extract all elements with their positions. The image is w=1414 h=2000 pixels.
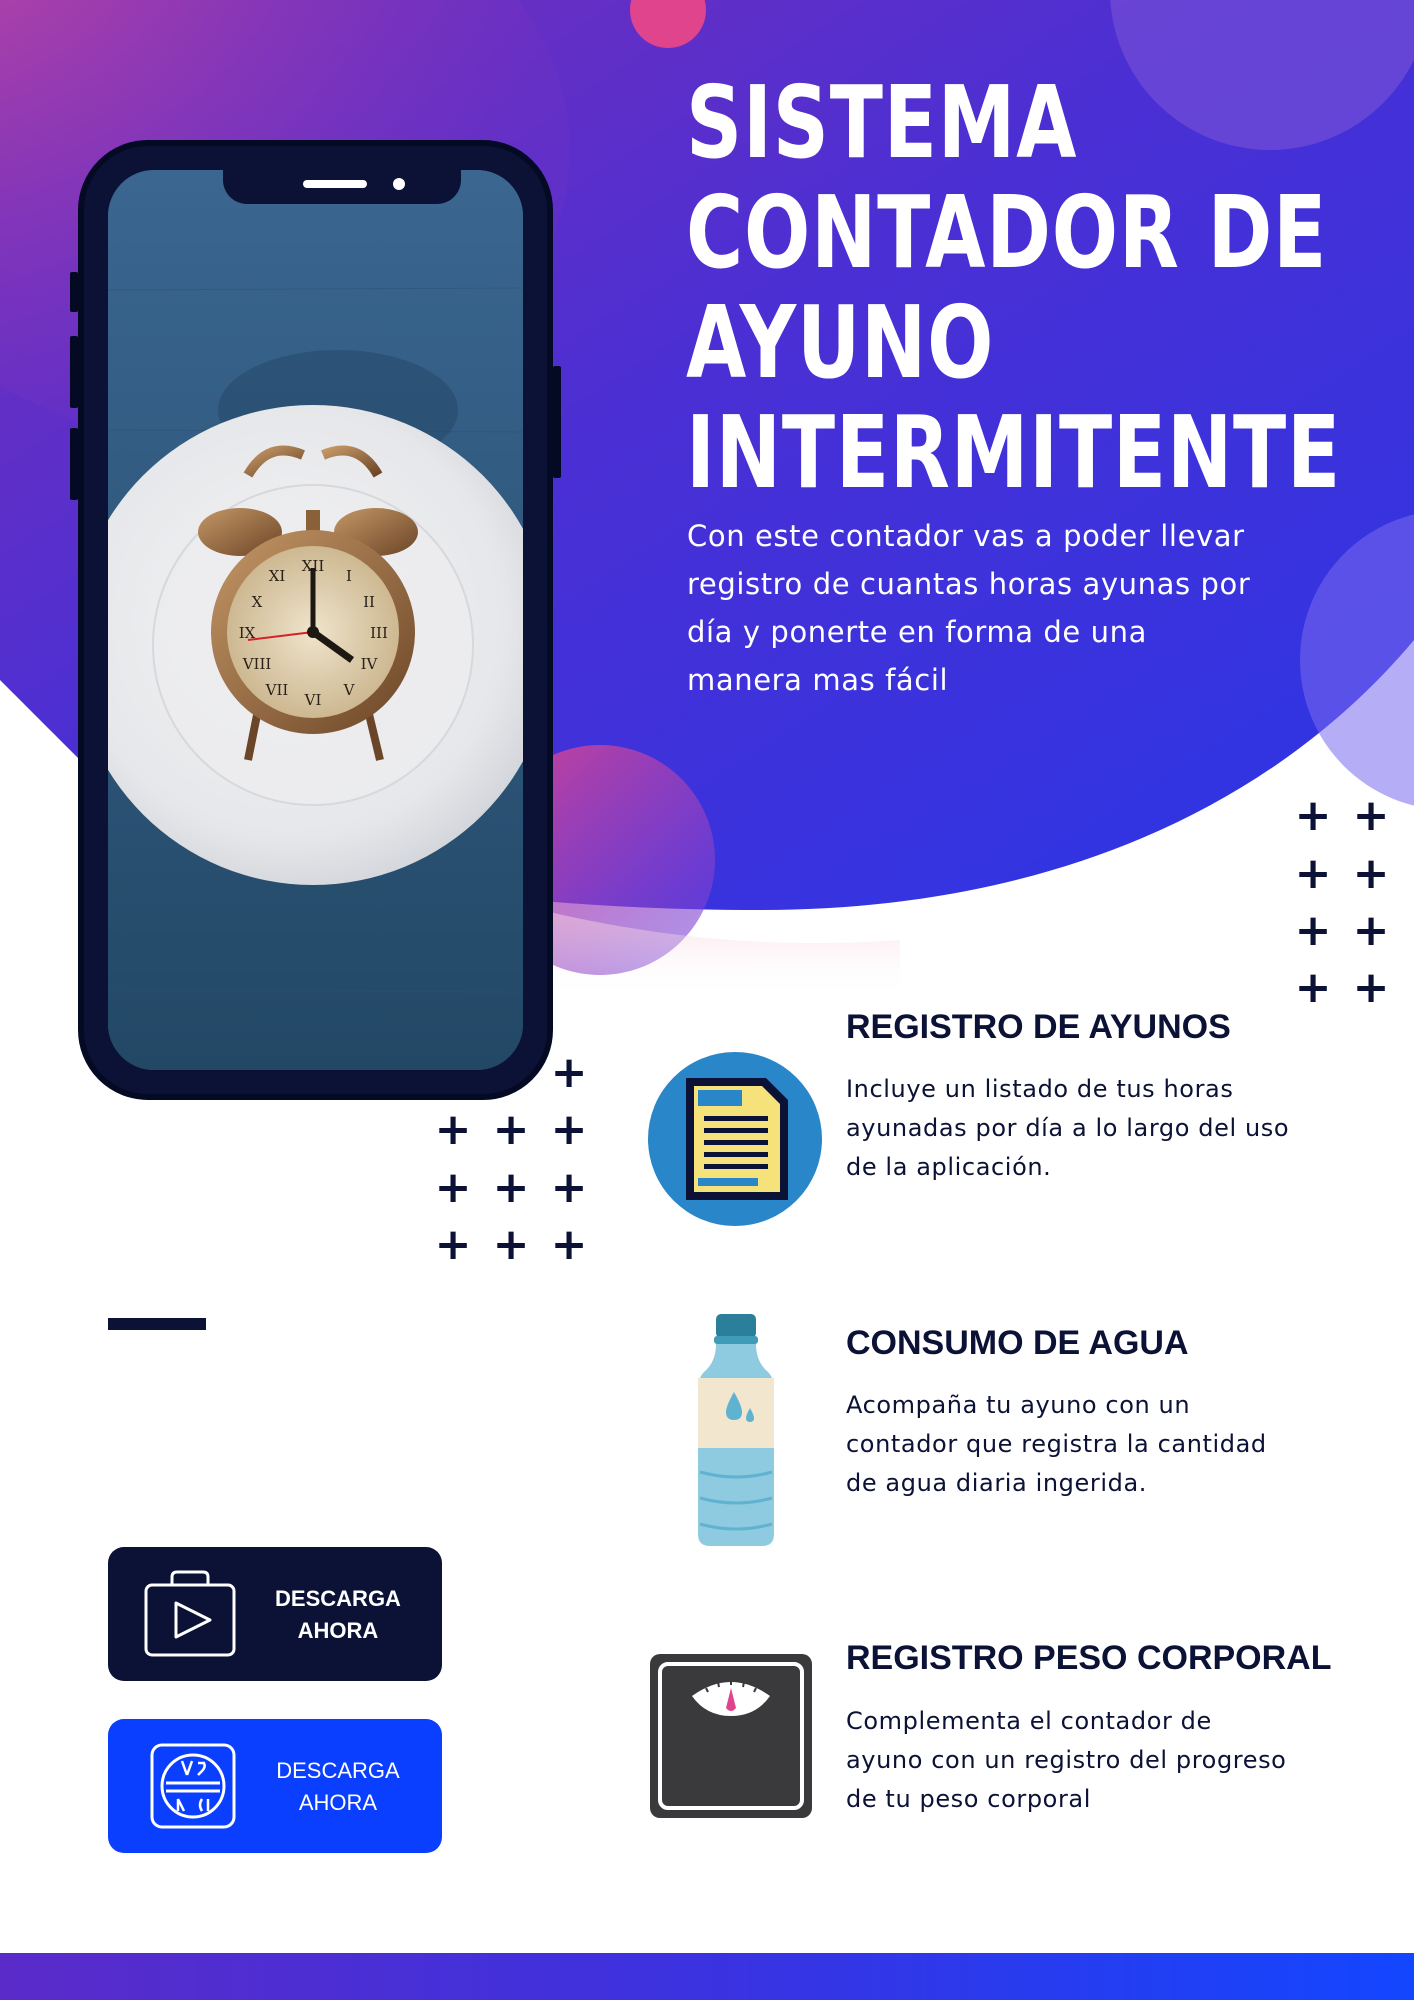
title-line: INTERMITENTE	[686, 394, 1342, 511]
document-icon	[648, 1052, 822, 1226]
subtitle: Con este contador vas a poder llevar reg…	[687, 512, 1287, 704]
subtitle-line: manera mas fácil	[687, 663, 949, 697]
plus-decor: +	[550, 1219, 588, 1270]
download-button-play-store[interactable]: DESCARGA AHORA	[108, 1547, 442, 1681]
svg-text:V: V	[343, 681, 356, 699]
title-line: AYUNO	[686, 284, 995, 401]
button-label-line: AHORA	[297, 1618, 379, 1643]
feature-text-line: Incluye un listado de tus horas	[846, 1075, 1234, 1103]
svg-text:III: III	[370, 624, 388, 642]
plus-decor: +	[1352, 848, 1390, 899]
svg-text:II: II	[363, 593, 375, 611]
front-camera	[393, 178, 405, 190]
phone-screen: XII I II III IV V VI VII VIII IX X XI	[108, 170, 523, 1070]
phone-side-button	[70, 336, 78, 408]
phone-notch	[223, 170, 461, 204]
svg-text:VI: VI	[304, 691, 322, 709]
phone-side-button	[70, 272, 78, 312]
feature-text-line: ayuno con un registro del progreso	[846, 1746, 1287, 1774]
feature-text-line: contador que registra la cantidad	[846, 1430, 1267, 1458]
feature-title: CONSUMO DE AGUA	[846, 1324, 1189, 1362]
plus-decor: +	[492, 1104, 530, 1155]
plus-decor: +	[1294, 790, 1332, 841]
plus-decor: +	[1294, 848, 1332, 899]
svg-text:IV: IV	[361, 655, 379, 673]
feature-description: Acompaña tu ayuno con un contador que re…	[846, 1386, 1326, 1503]
poster: SISTEMA CONTADOR DE AYUNO INTERMITENTE C…	[0, 0, 1414, 2000]
plus-decor: +	[492, 1219, 530, 1270]
feature-text-line: de agua diaria ingerida.	[846, 1469, 1147, 1497]
alarm-clock-image: XII I II III IV V VI VII VIII IX X XI	[108, 170, 523, 1070]
download-button-app-store[interactable]: DESCARGA AHORA	[108, 1719, 442, 1853]
phone-side-button	[553, 366, 561, 478]
svg-text:VIII: VIII	[242, 655, 272, 673]
feature-text-line: ayunadas por día a lo largo del uso	[846, 1114, 1290, 1142]
plus-decor: +	[1352, 905, 1390, 956]
svg-text:I: I	[346, 567, 352, 585]
plus-decor: +	[550, 1162, 588, 1213]
page-title: SISTEMA CONTADOR DE AYUNO INTERMITENTE	[686, 64, 1342, 511]
download-button-label: DESCARGA AHORA	[248, 1583, 428, 1647]
phone-side-button	[70, 428, 78, 500]
subtitle-line: Con este contador vas a poder llevar	[687, 519, 1245, 553]
button-label-line: DESCARGA	[276, 1758, 400, 1783]
plus-decor: +	[1352, 962, 1390, 1013]
plus-decor: +	[1352, 790, 1390, 841]
plus-decor: +	[434, 1162, 472, 1213]
divider-dash	[108, 1318, 206, 1330]
svg-text:X: X	[252, 593, 263, 611]
title-line: CONTADOR DE	[686, 174, 1328, 291]
phone-mockup: XII I II III IV V VI VII VIII IX X XI	[70, 140, 561, 1100]
title-line: SISTEMA	[686, 64, 1078, 181]
plus-decor: +	[434, 1104, 472, 1155]
svg-text:XI: XI	[269, 567, 286, 585]
plus-decor: +	[434, 1219, 472, 1270]
feature-title: REGISTRO DE AYUNOS	[846, 1008, 1231, 1046]
button-label-line: AHORA	[298, 1790, 378, 1815]
speaker-grille	[303, 180, 367, 188]
plus-decor: +	[1294, 905, 1332, 956]
feature-text-line: de tu peso corporal	[846, 1785, 1092, 1813]
water-bottle-icon	[698, 1314, 774, 1546]
bottom-band	[0, 1953, 1414, 2000]
plus-decor: +	[550, 1104, 588, 1155]
plus-decor: +	[492, 1162, 530, 1213]
scale-icon	[650, 1654, 812, 1818]
feature-text-line: Complementa el contador de	[846, 1707, 1212, 1735]
plus-decor: +	[550, 1047, 588, 1098]
plus-decor: +	[1294, 962, 1332, 1013]
feature-description: Complementa el contador de ayuno con un …	[846, 1702, 1326, 1819]
app-store-icon	[150, 1743, 236, 1829]
subtitle-line: día y ponerte en forma de una	[687, 615, 1148, 649]
button-label-line: DESCARGA	[275, 1586, 401, 1611]
subtitle-line: registro de cuantas horas ayunas por	[687, 567, 1251, 601]
feature-title: REGISTRO PESO CORPORAL	[846, 1639, 1332, 1677]
feature-text-line: de la aplicación.	[846, 1153, 1052, 1181]
download-button-label: DESCARGA AHORA	[248, 1755, 428, 1819]
svg-text:VII: VII	[265, 681, 289, 699]
play-store-icon	[144, 1570, 236, 1657]
feature-text-line: Acompaña tu ayuno con un	[846, 1391, 1191, 1419]
feature-description: Incluye un listado de tus horas ayunadas…	[846, 1070, 1326, 1187]
